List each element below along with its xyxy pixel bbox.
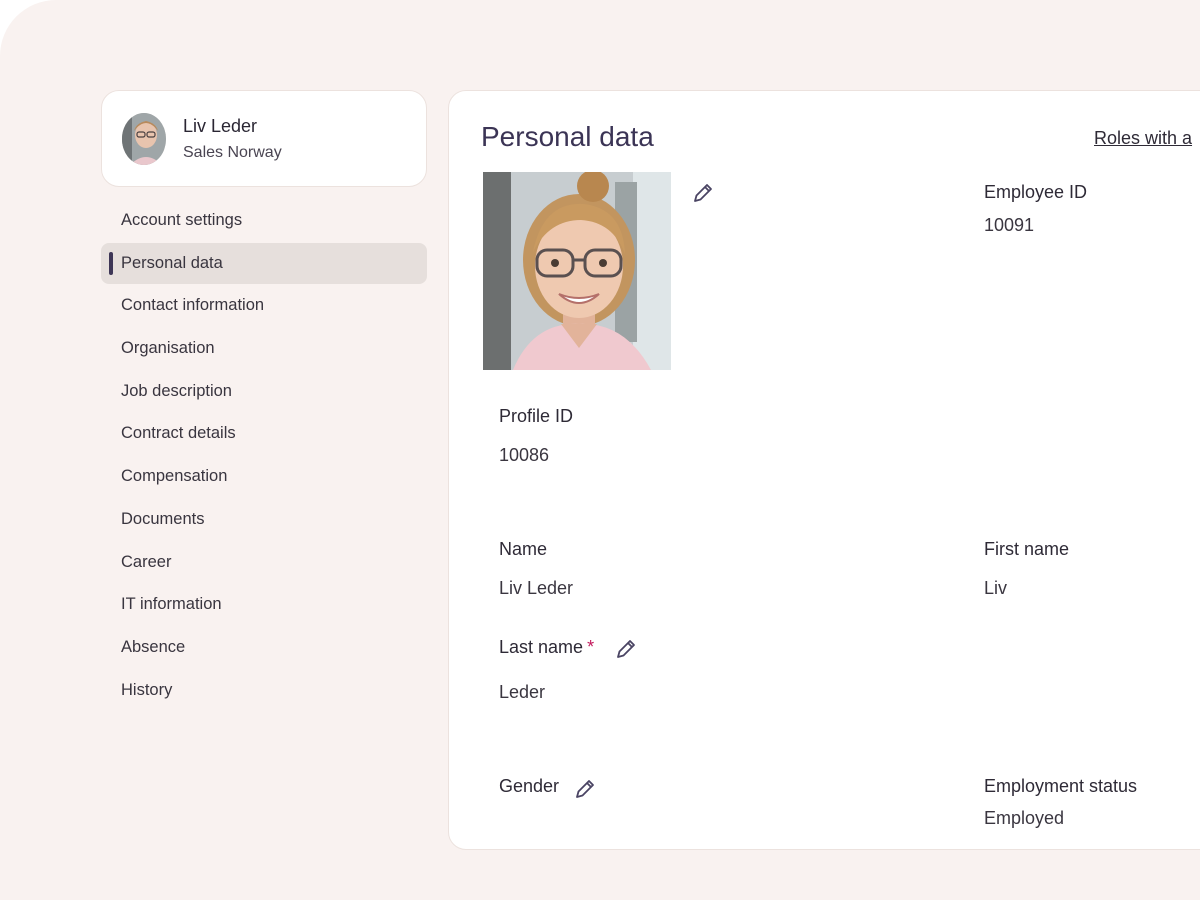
- sidebar-item-compensation[interactable]: Compensation: [101, 456, 427, 497]
- avatar: [122, 113, 166, 165]
- page-title: Personal data: [481, 121, 654, 152]
- sidebar-item-contract-details[interactable]: Contract details: [101, 413, 427, 454]
- sidebar-item-organisation[interactable]: Organisation: [101, 328, 427, 369]
- first-name-label: First name: [984, 539, 1070, 559]
- sidebar-item-career[interactable]: Career: [101, 542, 427, 583]
- gender-edit-pencil-icon[interactable]: [573, 777, 597, 801]
- profile-card[interactable]: Liv Leder Sales Norway: [101, 90, 427, 187]
- name-value: Liv Leder: [499, 578, 574, 598]
- user-photo-icon: [483, 172, 671, 370]
- last-name-label: Last name *: [499, 637, 594, 658]
- personal-data-panel: Personal data Roles with a Employee ID 1…: [448, 90, 1200, 850]
- profile-id-value: 10086: [499, 445, 550, 465]
- sidebar-item-history[interactable]: History: [101, 670, 427, 711]
- photo-edit-pencil-icon[interactable]: [691, 181, 715, 205]
- employee-id-label: Employee ID: [984, 182, 1088, 202]
- last-name-label-text: Last name: [499, 637, 584, 657]
- profile-photo: [483, 172, 671, 370]
- sidebar-item-job-description[interactable]: Job description: [101, 371, 427, 412]
- sidebar-item-documents[interactable]: Documents: [101, 499, 427, 540]
- name-label: Name: [499, 539, 548, 559]
- sidebar-item-absence[interactable]: Absence: [101, 627, 427, 668]
- gender-label: Gender: [499, 776, 560, 796]
- employment-status-label: Employment status: [984, 776, 1138, 796]
- sidebar-item-account-settings[interactable]: Account settings: [101, 200, 427, 241]
- last-name-edit-pencil-icon[interactable]: [614, 637, 638, 661]
- sidebar-item-contact-information[interactable]: Contact information: [101, 285, 427, 326]
- first-name-value: Liv: [984, 578, 1008, 598]
- last-name-value: Leder: [499, 682, 546, 702]
- side-nav: Account settings Personal data Contact i…: [101, 200, 427, 712]
- profile-name: Liv Leder: [183, 116, 258, 136]
- required-marker: *: [587, 637, 595, 657]
- profile-id-label: Profile ID: [499, 406, 574, 426]
- sidebar-item-personal-data[interactable]: Personal data: [101, 242, 427, 284]
- profile-department: Sales Norway: [183, 144, 282, 161]
- sidebar-item-it-information[interactable]: IT information: [101, 584, 427, 625]
- employment-status-value: Employed: [984, 808, 1065, 828]
- app-frame: Liv Leder Sales Norway Account settings …: [0, 0, 1200, 900]
- employee-id-value: 10091: [984, 215, 1035, 235]
- roles-link[interactable]: Roles with a: [1094, 128, 1192, 149]
- user-photo-icon: [122, 113, 166, 165]
